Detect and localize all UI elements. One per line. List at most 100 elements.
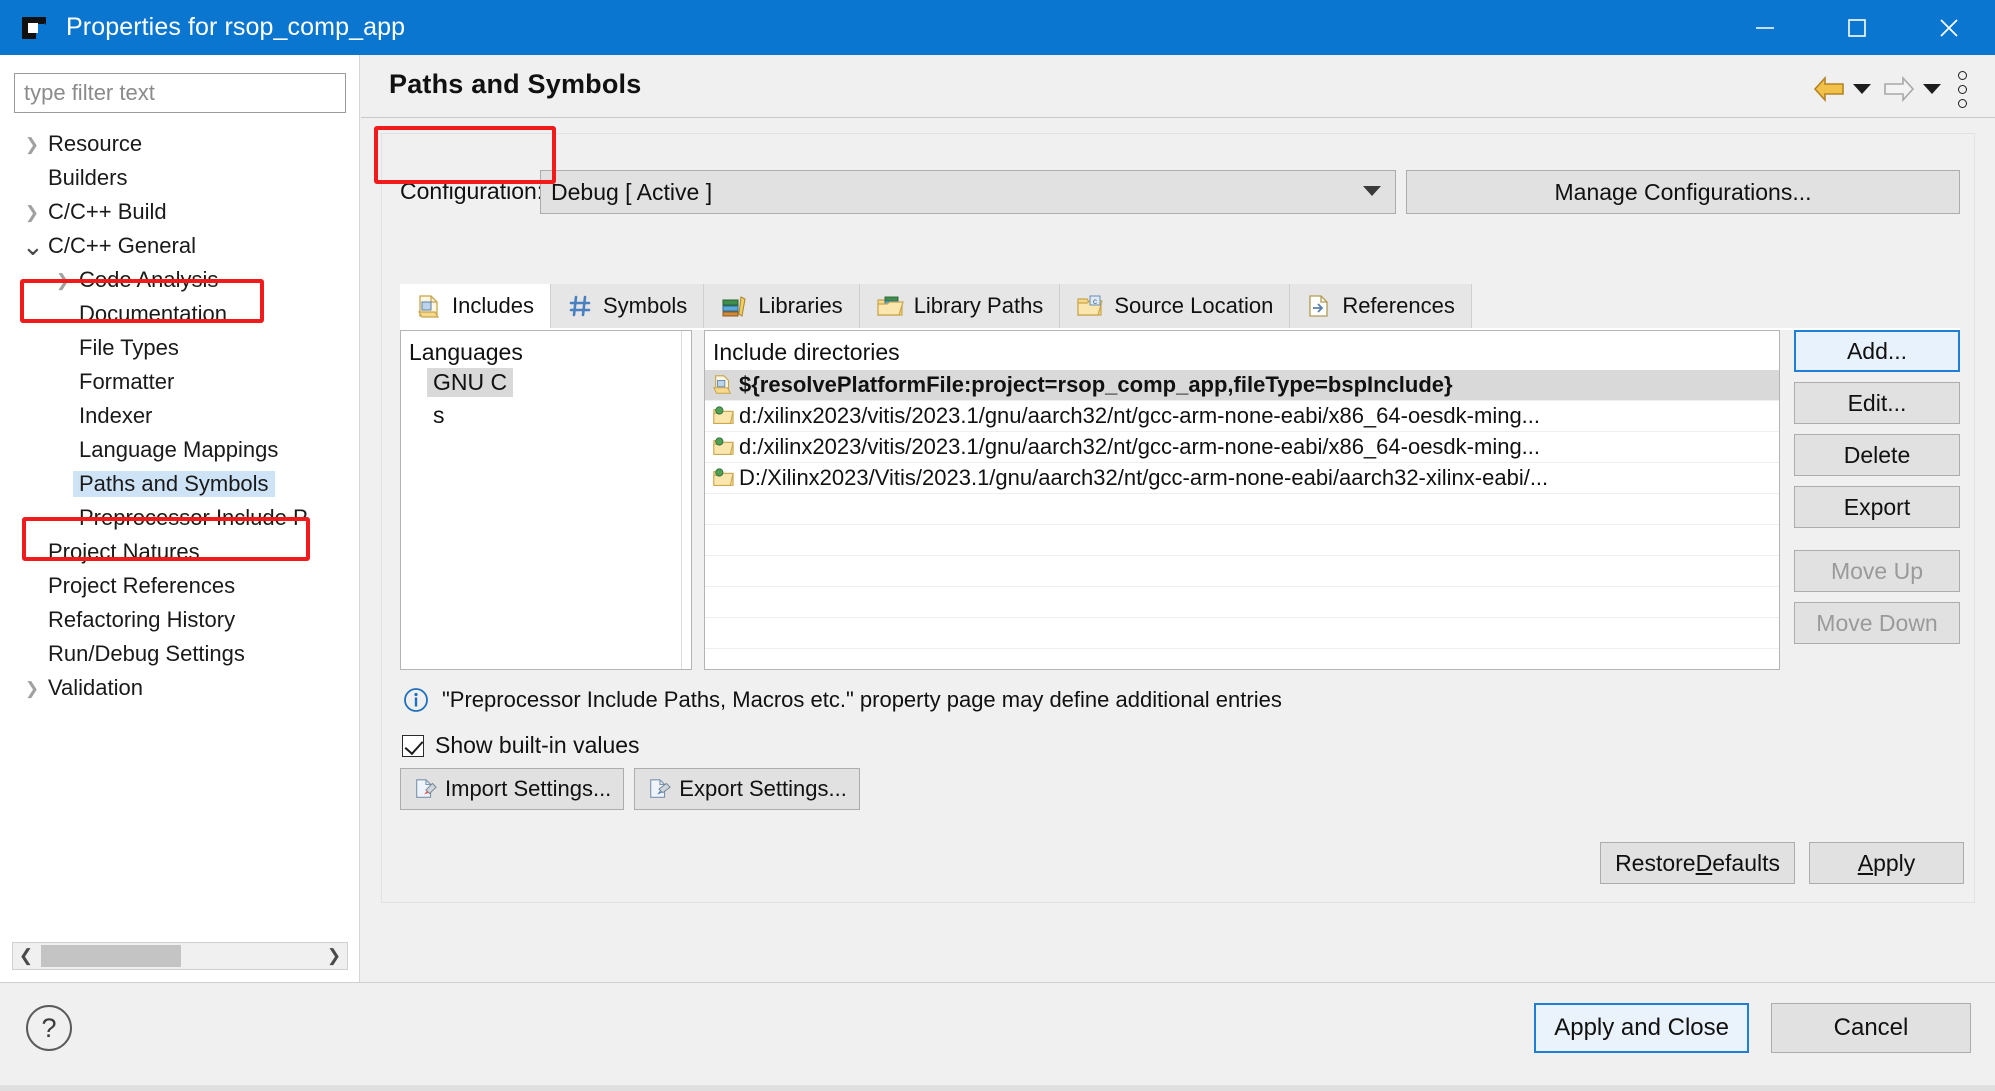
include-directory-row[interactable]: ${resolvePlatformFile:project=rsop_comp_… <box>705 370 1779 401</box>
manage-configurations-button[interactable]: Manage Configurations... <box>1406 170 1960 214</box>
sidebar-item-label: Preprocessor Include P <box>79 505 308 530</box>
include-directory-empty-row <box>705 618 1779 649</box>
language-row[interactable]: s <box>401 401 691 434</box>
sidebar-item-formatter[interactable]: Formatter <box>0 365 360 399</box>
include-directory-text: ${resolvePlatformFile:project=rsop_comp_… <box>739 372 1453 397</box>
apply-button[interactable]: Apply <box>1809 842 1964 884</box>
sidebar-item-validation[interactable]: ❯ Validation <box>0 671 360 705</box>
chevron-right-icon[interactable]: ❯ <box>22 680 42 697</box>
vertical-ellipsis-icon[interactable] <box>1945 67 1979 111</box>
back-dropdown-caret-icon[interactable] <box>1849 72 1875 106</box>
sidebar-item-code-analysis[interactable]: ❯ Code Analysis <box>0 263 360 297</box>
back-arrow-icon[interactable] <box>1809 73 1849 105</box>
page-content: Paths and Symbols Configuration: Debug [… <box>361 55 1995 982</box>
folder-books-icon <box>876 293 904 319</box>
languages-list[interactable]: Languages GNU C s <box>400 330 692 670</box>
forward-arrow-icon[interactable] <box>1879 73 1919 105</box>
include-directory-empty-row <box>705 587 1779 618</box>
page-header: Paths and Symbols <box>361 55 1995 118</box>
settings-tree[interactable]: ❯ Resource Builders ❯ C/C++ Build ⌄ C/C++ Gene… <box>0 127 360 705</box>
include-directory-row[interactable]: D:/Xilinx2023/Vitis/2023.1/gnu/aarch32/n… <box>705 463 1779 494</box>
chevron-right-icon[interactable]: ❯ <box>22 136 42 153</box>
page-title: Paths and Symbols <box>389 69 642 99</box>
header-divider <box>361 117 1995 118</box>
show-builtin-checkbox[interactable] <box>402 734 424 757</box>
filter-placeholder: type filter text <box>24 80 155 105</box>
sidebar-item-c-c-general[interactable]: ⌄ C/C++ General <box>0 229 360 263</box>
import-icon <box>413 777 437 801</box>
forward-dropdown-caret-icon[interactable] <box>1919 72 1945 106</box>
sidebar-item-documentation[interactable]: Documentation <box>0 297 360 331</box>
scroll-right-icon[interactable]: ❯ <box>321 946 347 966</box>
sidebar-item-label: Project References <box>48 573 236 598</box>
cancel-button[interactable]: Cancel <box>1771 1003 1971 1053</box>
tab-label: References <box>1342 293 1455 318</box>
books-icon <box>720 293 748 319</box>
import-settings-button[interactable]: Import Settings... <box>400 768 625 810</box>
minimize-button[interactable] <box>1719 0 1811 55</box>
apply-and-close-button[interactable]: Apply and Close <box>1534 1003 1749 1053</box>
configuration-value: Debug [ Active ] <box>551 178 713 205</box>
include-directory-text: D:/Xilinx2023/Vitis/2023.1/gnu/aarch32/n… <box>739 465 1549 490</box>
include-directory-text: d:/xilinx2023/vitis/2023.1/gnu/aarch32/n… <box>739 434 1541 459</box>
maximize-button[interactable] <box>1811 0 1903 55</box>
sidebar-item-indexer[interactable]: Indexer <box>0 399 360 433</box>
sidebar-item-refactoring-history[interactable]: Refactoring History <box>0 603 360 637</box>
restore-defaults-pre: Restore <box>1615 849 1696 876</box>
delete-button[interactable]: Delete <box>1794 434 1960 476</box>
configuration-select[interactable]: Debug [ Active ] <box>540 170 1396 214</box>
languages-scrollbar[interactable] <box>681 331 691 669</box>
scrollbar-thumb[interactable] <box>41 945 181 967</box>
sidebar-item-file-types[interactable]: File Types <box>0 331 360 365</box>
tab-library-paths[interactable]: Library Paths <box>859 284 1061 328</box>
language-row[interactable]: GNU C <box>401 368 691 401</box>
page-action-buttons: Restore Defaults Apply <box>382 842 1976 884</box>
add-button[interactable]: Add... <box>1794 330 1960 372</box>
include-directories-list[interactable]: Include directories ${resolvePlatformFil… <box>704 330 1780 670</box>
close-button[interactable] <box>1903 0 1995 55</box>
tab-symbols[interactable]: Symbols <box>550 284 705 328</box>
tab-label: Source Location <box>1114 293 1274 318</box>
sidebar-item-project-references[interactable]: Project References <box>0 569 360 603</box>
scroll-left-icon[interactable]: ❮ <box>13 946 39 966</box>
export-settings-button[interactable]: Export Settings... <box>634 768 860 810</box>
sidebar-item-run-debug-settings[interactable]: Run/Debug Settings <box>0 637 360 671</box>
filter-input-box[interactable]: type filter text <box>14 73 346 113</box>
sidebar-item-label: Indexer <box>79 403 153 428</box>
include-directory-empty-row <box>705 525 1779 556</box>
sidebar-item-paths-and-symbols[interactable]: Paths and Symbols <box>0 467 360 501</box>
show-builtin-values-row[interactable]: Show built-in values <box>402 732 640 759</box>
tab-source-location[interactable]: c Source Location <box>1060 284 1291 328</box>
sidebar-item-language-mappings[interactable]: Language Mappings <box>0 433 360 467</box>
tab-includes[interactable]: Includes <box>400 284 551 328</box>
restore-defaults-post: efaults <box>1712 849 1780 876</box>
button-label: Add... <box>1846 337 1908 364</box>
include-directory-row[interactable]: d:/xilinx2023/vitis/2023.1/gnu/aarch32/n… <box>705 401 1779 432</box>
tab-bar[interactable]: Includes Symbols Libraries Library Paths c So… <box>400 284 1960 328</box>
sidebar-item-resource[interactable]: ❯ Resource <box>0 127 360 161</box>
sidebar-item-label: C/C++ General <box>48 233 196 258</box>
restore-defaults-button[interactable]: Restore Defaults <box>1600 842 1795 884</box>
apply-accel: A <box>1857 849 1874 876</box>
sidebar-horizontal-scrollbar[interactable]: ❮ ❯ <box>12 942 348 970</box>
sidebar-item-label: Project Natures <box>48 539 200 564</box>
edit-button[interactable]: Edit... <box>1794 382 1960 424</box>
include-directory-row[interactable]: d:/xilinx2023/vitis/2023.1/gnu/aarch32/n… <box>705 432 1779 463</box>
chevron-right-icon[interactable]: ❯ <box>22 204 42 221</box>
sidebar-item-preprocessor-include-p[interactable]: Preprocessor Include P <box>0 501 360 535</box>
button-label: Export <box>1843 493 1911 520</box>
chevron-right-icon[interactable]: ❯ <box>53 272 73 289</box>
help-button[interactable]: ? <box>26 1005 72 1051</box>
info-icon <box>402 686 430 714</box>
show-builtin-label: Show built-in values <box>435 732 640 758</box>
include-directory-empty-row <box>705 556 1779 587</box>
tab-libraries[interactable]: Libraries <box>704 284 860 328</box>
configuration-label: Configuration: <box>400 178 544 204</box>
sidebar-item-project-natures[interactable]: Project Natures <box>0 535 360 569</box>
chevron-down-icon[interactable]: ⌄ <box>22 233 44 259</box>
export-button[interactable]: Export <box>1794 486 1960 528</box>
tab-references[interactable]: References <box>1290 284 1472 328</box>
sidebar-item-builders[interactable]: Builders <box>0 161 360 195</box>
eclipse-app-icon <box>18 11 52 45</box>
sidebar-item-c-c-build[interactable]: ❯ C/C++ Build <box>0 195 360 229</box>
